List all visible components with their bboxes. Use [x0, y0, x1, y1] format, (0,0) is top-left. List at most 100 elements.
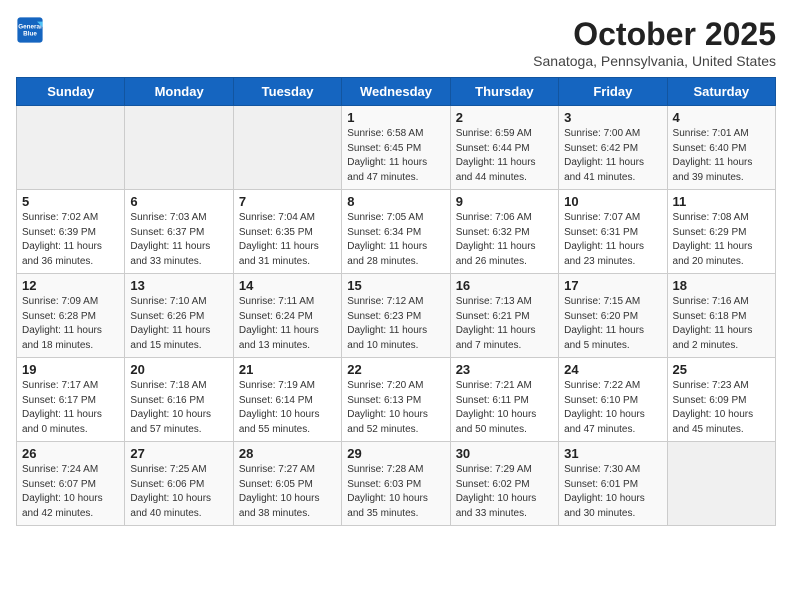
calendar-cell: 25 Sunrise: 7:23 AM Sunset: 6:09 PM Dayli…	[667, 358, 775, 442]
calendar-cell	[125, 106, 233, 190]
calendar-cell: 24 Sunrise: 7:22 AM Sunset: 6:10 PM Dayli…	[559, 358, 667, 442]
day-number: 2	[456, 110, 553, 125]
calendar-cell: 11 Sunrise: 7:08 AM Sunset: 6:29 PM Dayli…	[667, 190, 775, 274]
day-number: 18	[673, 278, 770, 293]
calendar-cell: 2 Sunrise: 6:59 AM Sunset: 6:44 PM Daylig…	[450, 106, 558, 190]
calendar-table: SundayMondayTuesdayWednesdayThursdayFrid…	[16, 77, 776, 526]
svg-text:General: General	[18, 24, 42, 31]
calendar-cell: 6 Sunrise: 7:03 AM Sunset: 6:37 PM Daylig…	[125, 190, 233, 274]
day-number: 19	[22, 362, 119, 377]
day-info: Sunrise: 7:28 AM Sunset: 6:03 PM Dayligh…	[347, 463, 444, 521]
day-info: Sunrise: 7:19 AM Sunset: 6:14 PM Dayligh…	[239, 379, 336, 437]
day-info: Sunrise: 7:16 AM Sunset: 6:18 PM Dayligh…	[673, 295, 770, 353]
calendar-cell: 15Sunrise: 7:12 AM Sunset: 6:23 PM Dayli…	[342, 274, 450, 358]
day-number: 16	[456, 278, 553, 293]
day-info: Sunrise: 7:24 AM Sunset: 6:07 PM Dayligh…	[22, 463, 119, 521]
day-info: Sunrise: 7:01 AM Sunset: 6:40 PM Dayligh…	[673, 127, 770, 185]
day-info: Sunrise: 6:58 AM Sunset: 6:45 PM Dayligh…	[347, 127, 444, 185]
day-number: 8	[347, 194, 444, 209]
calendar-cell: 5Sunrise: 7:02 AM Sunset: 6:39 PM Daylig…	[17, 190, 125, 274]
day-info: Sunrise: 7:20 AM Sunset: 6:13 PM Dayligh…	[347, 379, 444, 437]
weekday-header-wednesday: Wednesday	[342, 78, 450, 106]
day-info: Sunrise: 7:30 AM Sunset: 6:01 PM Dayligh…	[564, 463, 661, 521]
day-number: 3	[564, 110, 661, 125]
day-number: 31	[564, 446, 661, 461]
day-number: 29	[347, 446, 444, 461]
weekday-header-thursday: Thursday	[450, 78, 558, 106]
day-number: 27	[130, 446, 227, 461]
day-info: Sunrise: 7:06 AM Sunset: 6:32 PM Dayligh…	[456, 211, 553, 269]
calendar-cell: 19 Sunrise: 7:17 AM Sunset: 6:17 PM Dayli…	[17, 358, 125, 442]
day-number: 5	[22, 194, 119, 209]
day-number: 11	[673, 194, 770, 209]
day-info: Sunrise: 7:25 AM Sunset: 6:06 PM Dayligh…	[130, 463, 227, 521]
calendar-cell	[233, 106, 341, 190]
day-number: 24	[564, 362, 661, 377]
day-info: Sunrise: 7:00 AM Sunset: 6:42 PM Dayligh…	[564, 127, 661, 185]
day-info: Sunrise: 7:04 AM Sunset: 6:35 PM Dayligh…	[239, 211, 336, 269]
calendar-title: October 2025	[533, 16, 776, 53]
week-row-1: 1 Sunrise: 6:58 AM Sunset: 6:45 PM Daylig…	[17, 106, 776, 190]
day-number: 21	[239, 362, 336, 377]
day-info: Sunrise: 7:15 AM Sunset: 6:20 PM Dayligh…	[564, 295, 661, 353]
calendar-cell: 29 Sunrise: 7:28 AM Sunset: 6:03 PM Dayli…	[342, 442, 450, 526]
day-info: Sunrise: 7:22 AM Sunset: 6:10 PM Dayligh…	[564, 379, 661, 437]
calendar-cell: 22 Sunrise: 7:20 AM Sunset: 6:13 PM Dayli…	[342, 358, 450, 442]
day-info: Sunrise: 6:59 AM Sunset: 6:44 PM Dayligh…	[456, 127, 553, 185]
day-info: Sunrise: 7:27 AM Sunset: 6:05 PM Dayligh…	[239, 463, 336, 521]
weekday-header-saturday: Saturday	[667, 78, 775, 106]
weekday-header-row: SundayMondayTuesdayWednesdayThursdayFrid…	[17, 78, 776, 106]
weekday-header-monday: Monday	[125, 78, 233, 106]
calendar-cell: 12Sunrise: 7:09 AM Sunset: 6:28 PM Dayli…	[17, 274, 125, 358]
day-number: 7	[239, 194, 336, 209]
calendar-cell: 31 Sunrise: 7:30 AM Sunset: 6:01 PM Dayli…	[559, 442, 667, 526]
title-area: October 2025 Sanatoga, Pennsylvania, Uni…	[533, 16, 776, 69]
logo: General Blue	[16, 16, 44, 44]
day-number: 13	[130, 278, 227, 293]
day-info: Sunrise: 7:23 AM Sunset: 6:09 PM Dayligh…	[673, 379, 770, 437]
week-row-5: 26Sunrise: 7:24 AM Sunset: 6:07 PM Dayli…	[17, 442, 776, 526]
day-info: Sunrise: 7:11 AM Sunset: 6:24 PM Dayligh…	[239, 295, 336, 353]
calendar-cell: 27 Sunrise: 7:25 AM Sunset: 6:06 PM Dayli…	[125, 442, 233, 526]
calendar-cell: 23Sunrise: 7:21 AM Sunset: 6:11 PM Dayli…	[450, 358, 558, 442]
header: General Blue October 2025 Sanatoga, Penn…	[16, 16, 776, 69]
calendar-cell: 16 Sunrise: 7:13 AM Sunset: 6:21 PM Dayli…	[450, 274, 558, 358]
day-number: 20	[130, 362, 227, 377]
day-info: Sunrise: 7:10 AM Sunset: 6:26 PM Dayligh…	[130, 295, 227, 353]
day-number: 6	[130, 194, 227, 209]
day-info: Sunrise: 7:17 AM Sunset: 6:17 PM Dayligh…	[22, 379, 119, 437]
calendar-cell: 26Sunrise: 7:24 AM Sunset: 6:07 PM Dayli…	[17, 442, 125, 526]
calendar-cell: 21 Sunrise: 7:19 AM Sunset: 6:14 PM Dayli…	[233, 358, 341, 442]
calendar-cell: 9Sunrise: 7:06 AM Sunset: 6:32 PM Daylig…	[450, 190, 558, 274]
day-number: 23	[456, 362, 553, 377]
day-info: Sunrise: 7:18 AM Sunset: 6:16 PM Dayligh…	[130, 379, 227, 437]
weekday-header-tuesday: Tuesday	[233, 78, 341, 106]
calendar-cell: 30 Sunrise: 7:29 AM Sunset: 6:02 PM Dayli…	[450, 442, 558, 526]
calendar-cell: 28 Sunrise: 7:27 AM Sunset: 6:05 PM Dayli…	[233, 442, 341, 526]
day-info: Sunrise: 7:13 AM Sunset: 6:21 PM Dayligh…	[456, 295, 553, 353]
calendar-cell: 4Sunrise: 7:01 AM Sunset: 6:40 PM Daylig…	[667, 106, 775, 190]
day-info: Sunrise: 7:09 AM Sunset: 6:28 PM Dayligh…	[22, 295, 119, 353]
week-row-3: 12Sunrise: 7:09 AM Sunset: 6:28 PM Dayli…	[17, 274, 776, 358]
calendar-cell: 13 Sunrise: 7:10 AM Sunset: 6:26 PM Dayli…	[125, 274, 233, 358]
calendar-cell: 14Sunrise: 7:11 AM Sunset: 6:24 PM Dayli…	[233, 274, 341, 358]
day-number: 28	[239, 446, 336, 461]
day-number: 10	[564, 194, 661, 209]
day-info: Sunrise: 7:08 AM Sunset: 6:29 PM Dayligh…	[673, 211, 770, 269]
day-info: Sunrise: 7:07 AM Sunset: 6:31 PM Dayligh…	[564, 211, 661, 269]
calendar-cell: 18 Sunrise: 7:16 AM Sunset: 6:18 PM Dayli…	[667, 274, 775, 358]
day-number: 1	[347, 110, 444, 125]
day-number: 17	[564, 278, 661, 293]
logo-icon: General Blue	[16, 16, 44, 44]
day-info: Sunrise: 7:29 AM Sunset: 6:02 PM Dayligh…	[456, 463, 553, 521]
day-number: 30	[456, 446, 553, 461]
day-info: Sunrise: 7:05 AM Sunset: 6:34 PM Dayligh…	[347, 211, 444, 269]
day-info: Sunrise: 7:03 AM Sunset: 6:37 PM Dayligh…	[130, 211, 227, 269]
calendar-cell: 10 Sunrise: 7:07 AM Sunset: 6:31 PM Dayli…	[559, 190, 667, 274]
week-row-2: 5Sunrise: 7:02 AM Sunset: 6:39 PM Daylig…	[17, 190, 776, 274]
day-number: 25	[673, 362, 770, 377]
day-info: Sunrise: 7:12 AM Sunset: 6:23 PM Dayligh…	[347, 295, 444, 353]
day-number: 22	[347, 362, 444, 377]
calendar-cell: 17 Sunrise: 7:15 AM Sunset: 6:20 PM Dayli…	[559, 274, 667, 358]
weekday-header-friday: Friday	[559, 78, 667, 106]
